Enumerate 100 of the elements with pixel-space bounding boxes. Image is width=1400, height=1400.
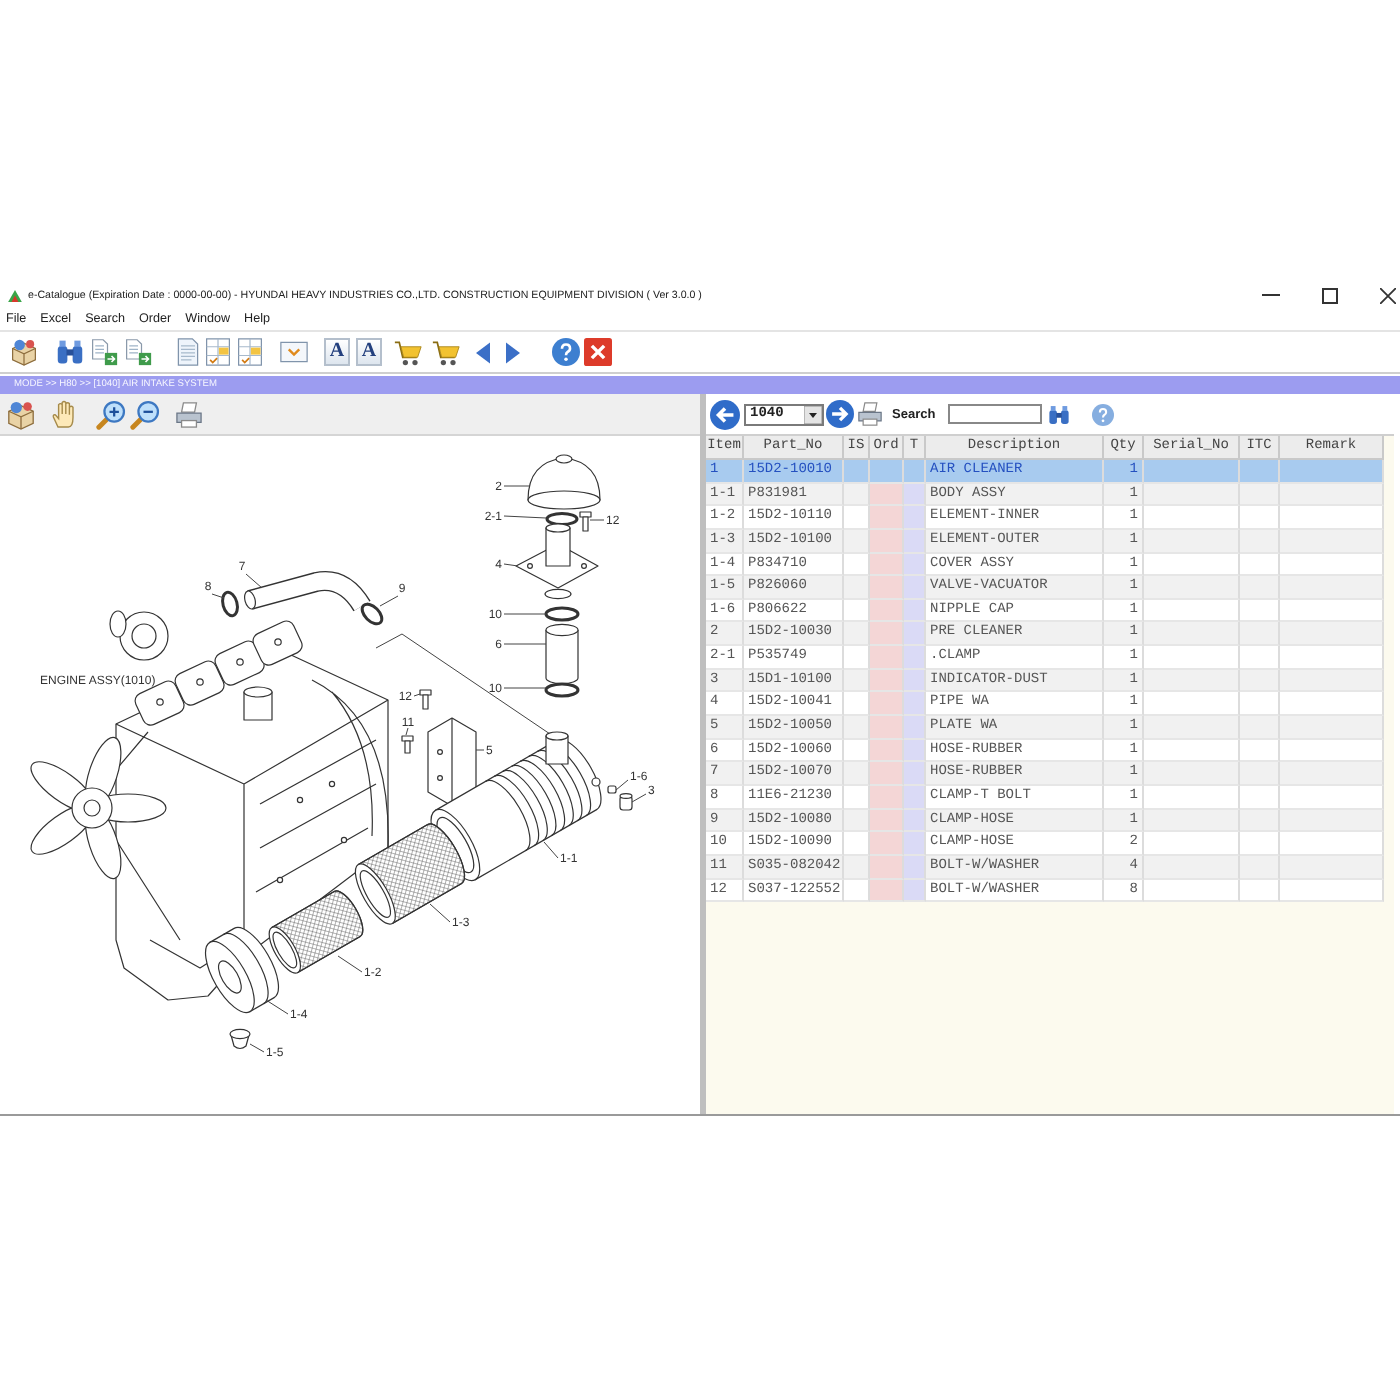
leader-line xyxy=(265,999,289,1015)
table-cell xyxy=(870,879,904,903)
leader-line xyxy=(503,613,547,615)
table-cell xyxy=(870,832,904,856)
table-cell xyxy=(870,622,904,647)
clamp-ring xyxy=(545,511,579,527)
filter-element xyxy=(354,823,466,925)
nipple-cap xyxy=(607,785,617,794)
leader-line xyxy=(503,643,547,645)
package-icon[interactable] xyxy=(10,338,38,366)
binoculars-icon[interactable] xyxy=(1047,403,1070,425)
app-icon xyxy=(8,289,22,301)
table-cell xyxy=(870,669,904,693)
table-cell xyxy=(904,855,926,880)
leader-line xyxy=(589,519,605,521)
cart-icon[interactable] xyxy=(432,338,460,366)
table-cell xyxy=(870,739,904,763)
document-icon[interactable] xyxy=(174,338,202,366)
left-arrow-icon[interactable] xyxy=(476,341,490,363)
right-arrow-icon[interactable] xyxy=(506,341,520,363)
leader-line xyxy=(413,693,421,697)
table-cell xyxy=(904,832,926,856)
leader-line xyxy=(503,687,547,689)
rubber-valve xyxy=(229,1028,251,1050)
bracket-plate xyxy=(427,717,477,807)
leader-line xyxy=(503,485,531,487)
table-cell xyxy=(870,576,904,600)
help-icon[interactable] xyxy=(1091,403,1114,425)
table-cell xyxy=(904,553,926,577)
filter-element xyxy=(268,890,364,974)
table-cell xyxy=(904,576,926,600)
bent-hose xyxy=(244,571,371,612)
close-icon[interactable] xyxy=(1380,287,1396,303)
leader-line xyxy=(249,1043,265,1053)
leader-line xyxy=(503,563,519,567)
cart-icon[interactable] xyxy=(394,338,422,366)
table-cell xyxy=(904,785,926,810)
table-cell xyxy=(870,692,904,717)
table-cell xyxy=(904,692,926,717)
table-cell xyxy=(870,483,904,507)
table-cell xyxy=(904,716,926,740)
printer-icon[interactable] xyxy=(858,402,882,426)
help-icon[interactable] xyxy=(552,338,580,366)
table-cell xyxy=(904,879,926,903)
pipe-flange xyxy=(515,523,599,600)
leader-line xyxy=(543,841,559,859)
hose xyxy=(545,623,579,685)
document-arrow-icon[interactable] xyxy=(124,338,152,366)
font-button[interactable]: A xyxy=(324,338,350,366)
table-cell xyxy=(904,599,926,623)
clamp-ring xyxy=(544,682,580,698)
table-cell xyxy=(904,809,926,833)
printer-icon[interactable] xyxy=(176,401,202,427)
table-cell xyxy=(870,855,904,880)
table-cell xyxy=(870,785,904,810)
hand-icon[interactable] xyxy=(52,400,78,428)
table-cell xyxy=(904,762,926,786)
table-cell xyxy=(870,762,904,786)
leader-line xyxy=(379,595,399,607)
right-arrow-icon[interactable] xyxy=(826,400,854,428)
clamp-ring xyxy=(360,602,384,626)
table-cell xyxy=(904,669,926,693)
clamp-ring xyxy=(544,606,580,622)
table-cell xyxy=(904,529,926,554)
chevron-box-icon[interactable] xyxy=(280,338,308,366)
clamp-ring xyxy=(221,590,239,618)
table-cell xyxy=(870,646,904,670)
maximize-icon[interactable] xyxy=(1322,287,1338,303)
table-cell xyxy=(904,622,926,647)
font-button[interactable]: A xyxy=(356,338,382,366)
document-arrow-icon[interactable] xyxy=(90,338,118,366)
bolt xyxy=(419,689,432,710)
dome-cap xyxy=(527,454,601,510)
caret-icon[interactable] xyxy=(804,405,822,423)
document-grid-icon[interactable] xyxy=(236,338,264,366)
leader-line xyxy=(429,903,451,923)
document-grid-icon[interactable] xyxy=(204,338,232,366)
table-cell xyxy=(870,506,904,530)
bolt xyxy=(579,511,592,532)
table-cell xyxy=(870,529,904,554)
zoom-out-icon[interactable] xyxy=(130,399,160,429)
leader-line xyxy=(245,573,263,589)
left-arrow-icon[interactable] xyxy=(710,399,740,429)
table-cell xyxy=(904,506,926,530)
end-cover xyxy=(204,926,280,1014)
table-cell xyxy=(904,739,926,763)
binoculars-icon[interactable] xyxy=(56,338,84,366)
leader-line xyxy=(211,593,225,599)
leader-line xyxy=(475,749,485,751)
package-icon[interactable] xyxy=(6,399,36,429)
leader-line xyxy=(337,955,363,973)
search-field[interactable] xyxy=(947,404,1042,424)
zoom-in-icon[interactable] xyxy=(96,399,126,429)
leader-line xyxy=(503,515,547,519)
indicator xyxy=(619,793,633,811)
table-cell xyxy=(870,716,904,740)
bolt xyxy=(401,735,414,754)
leader-line xyxy=(405,727,409,736)
table-cell xyxy=(904,646,926,670)
table-cell xyxy=(904,483,926,507)
